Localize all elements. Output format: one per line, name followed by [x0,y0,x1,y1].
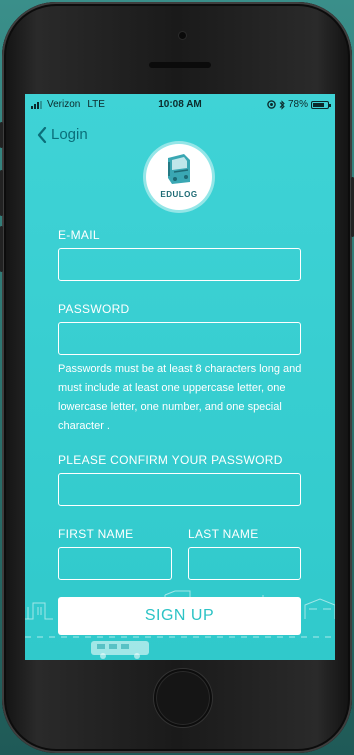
home-button[interactable] [154,669,212,727]
first-name-field[interactable] [58,547,172,580]
last-name-field[interactable] [188,547,301,580]
last-name-label: LAST NAME [188,527,259,541]
battery-percent: 78% [287,99,308,110]
bus-logo-icon [168,154,190,184]
password-field[interactable] [58,322,301,355]
status-right: 78% [267,99,331,110]
front-camera [179,32,186,39]
status-bar: Verizon LTE 10:08 AM 78% [25,94,335,116]
battery-icon [311,100,331,109]
chevron-left-icon [37,126,47,143]
back-label: Login [51,126,88,143]
volume-up-button [0,170,3,216]
confirm-password-field[interactable] [58,473,301,506]
password-requirements-text: Passwords must be at least 8 characters … [58,363,302,432]
email-field[interactable] [58,248,301,281]
password-label: PASSWORD [58,302,130,316]
back-button[interactable]: Login [37,126,88,143]
location-icon [267,100,276,109]
confirm-password-label: PLEASE CONFIRM YOUR PASSWORD [58,453,283,467]
bluetooth-icon [279,99,285,110]
email-label: E-MAIL [58,228,100,242]
logo-wordmark: EDULOG [160,190,198,199]
earpiece-speaker [149,62,211,68]
mute-switch [0,122,3,148]
first-name-label: FIRST NAME [58,527,134,541]
volume-down-button [0,226,3,272]
app-logo: EDULOG [146,144,212,210]
app-screen: Verizon LTE 10:08 AM 78% Login EDULOG E-… [25,94,335,660]
sign-up-button[interactable]: SIGN UP [58,597,301,635]
